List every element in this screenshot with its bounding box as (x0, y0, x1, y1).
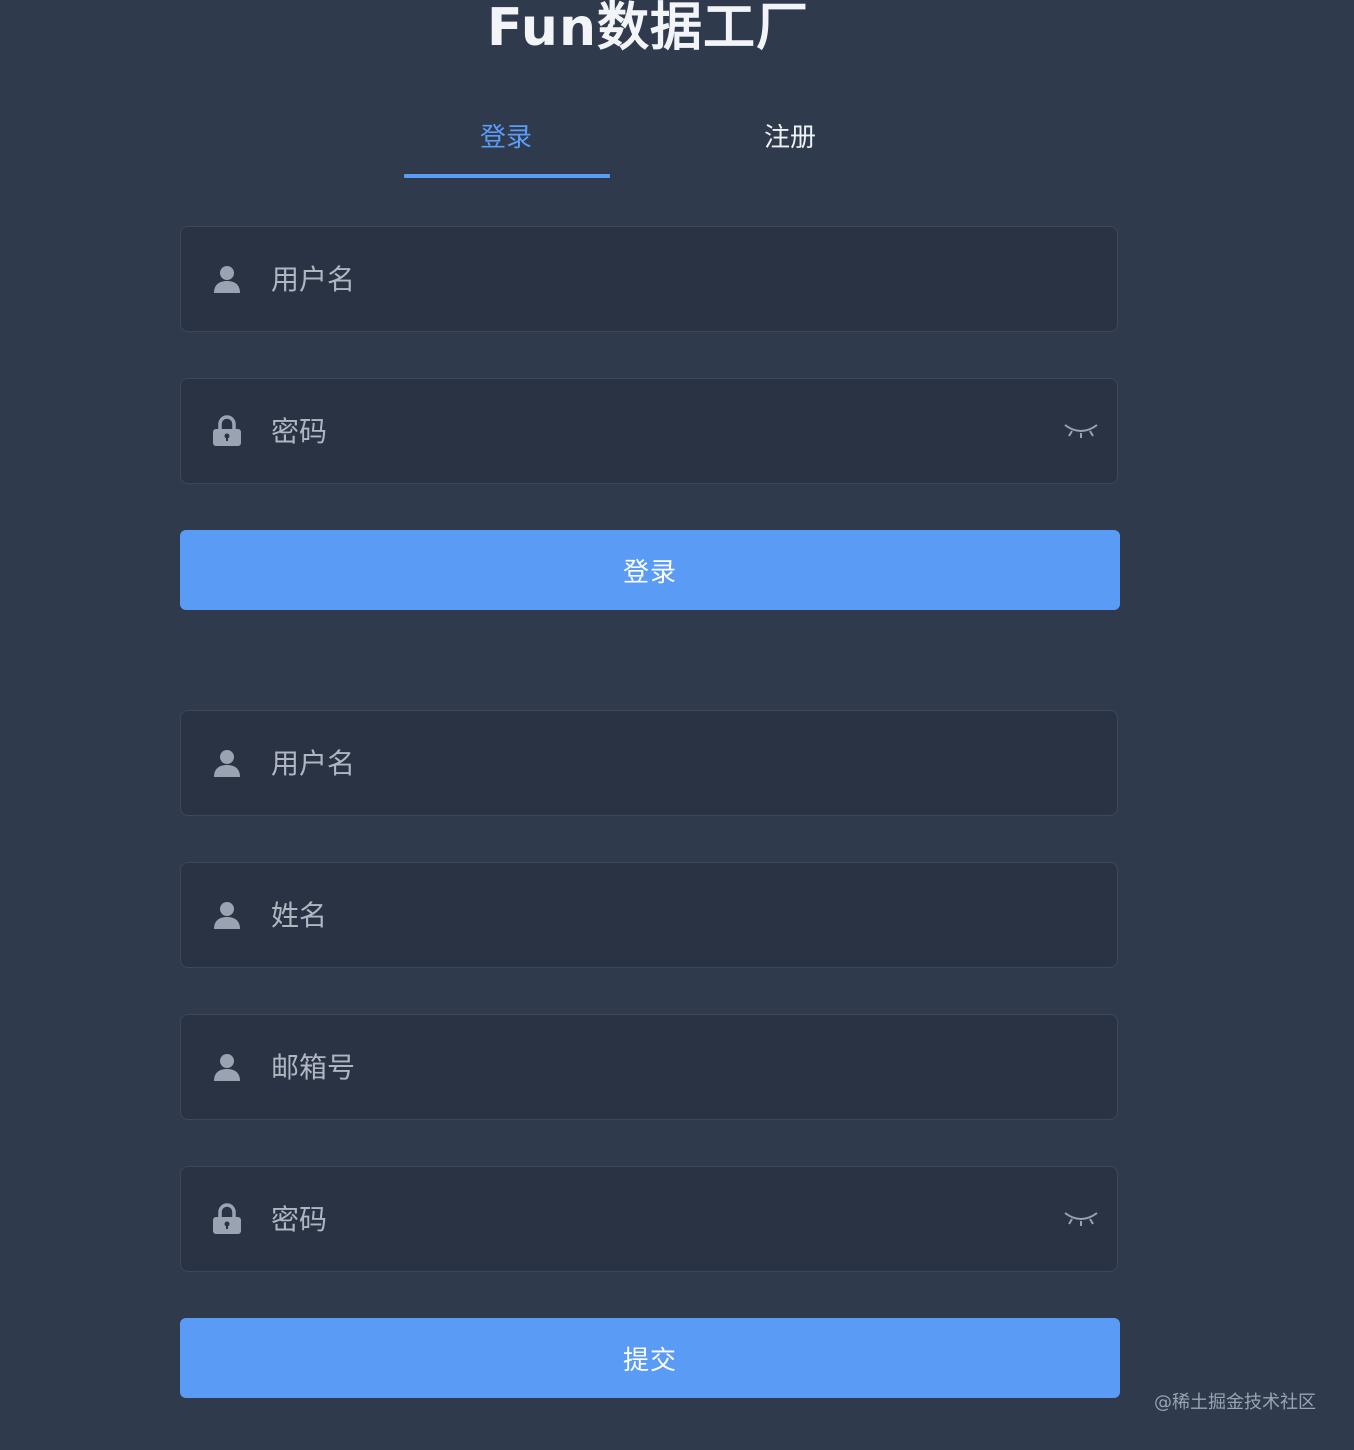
submit-button[interactable]: 提交 (180, 1318, 1120, 1398)
tab-register[interactable]: 注册 (764, 118, 816, 158)
login-username-input[interactable] (271, 227, 1031, 331)
tab-login[interactable]: 登录 (480, 118, 532, 158)
user-icon (211, 747, 243, 779)
page-title: Fun数据工厂 (487, 0, 809, 58)
user-icon (211, 899, 243, 931)
register-password-input[interactable] (271, 1167, 1031, 1271)
register-username-field[interactable] (180, 710, 1118, 816)
lock-icon (211, 415, 243, 447)
login-password-input[interactable] (271, 379, 1031, 483)
register-password-field[interactable] (180, 1166, 1118, 1272)
user-icon (211, 263, 243, 295)
watermark: @稀土掘金技术社区 (1154, 1392, 1316, 1413)
active-tab-indicator (404, 174, 610, 178)
login-password-field[interactable] (180, 378, 1118, 484)
lock-icon (211, 1203, 243, 1235)
register-email-input[interactable] (271, 1015, 1031, 1119)
login-button[interactable]: 登录 (180, 530, 1120, 610)
eye-closed-icon[interactable] (1063, 1207, 1099, 1231)
register-name-input[interactable] (271, 863, 1031, 967)
login-username-field[interactable] (180, 226, 1118, 332)
register-name-field[interactable] (180, 862, 1118, 968)
user-icon (211, 1051, 243, 1083)
register-username-input[interactable] (271, 711, 1031, 815)
eye-closed-icon[interactable] (1063, 419, 1099, 443)
register-email-field[interactable] (180, 1014, 1118, 1120)
